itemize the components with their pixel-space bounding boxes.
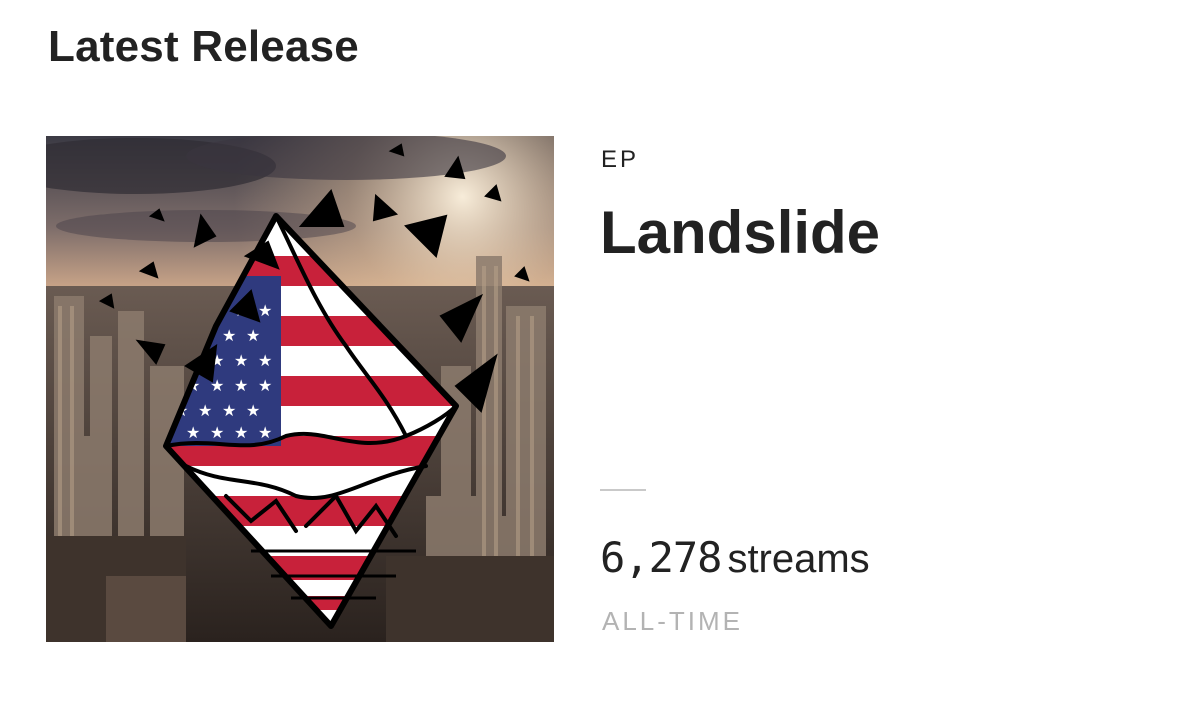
stream-unit: streams — [727, 537, 870, 581]
svg-text:★: ★ — [234, 423, 248, 442]
svg-text:★: ★ — [258, 301, 272, 320]
svg-text:★: ★ — [246, 401, 260, 420]
svg-text:★: ★ — [234, 351, 248, 370]
svg-text:★: ★ — [234, 376, 248, 395]
release-title[interactable]: Landslide — [600, 198, 880, 267]
svg-text:★: ★ — [258, 423, 272, 442]
svg-text:★: ★ — [246, 326, 260, 345]
stats-period: ALL-TIME — [602, 606, 744, 636]
divider — [600, 489, 646, 491]
album-cover-art: ★★ ★★ ★★★ ★★★★ ★★★★ ★★★★ — [46, 136, 554, 642]
svg-text:★: ★ — [198, 401, 212, 420]
svg-text:★: ★ — [186, 423, 200, 442]
svg-text:★: ★ — [210, 423, 224, 442]
stream-stats: 6,278 streams — [600, 533, 870, 582]
album-artwork[interactable]: ★★ ★★ ★★★ ★★★★ ★★★★ ★★★★ — [46, 136, 554, 642]
stream-count: 6,278 — [600, 533, 722, 582]
svg-text:★: ★ — [258, 376, 272, 395]
svg-text:★: ★ — [222, 326, 236, 345]
svg-text:★: ★ — [222, 401, 236, 420]
section-title: Latest Release — [48, 22, 359, 71]
release-type: EP — [601, 146, 640, 173]
svg-text:★: ★ — [258, 351, 272, 370]
